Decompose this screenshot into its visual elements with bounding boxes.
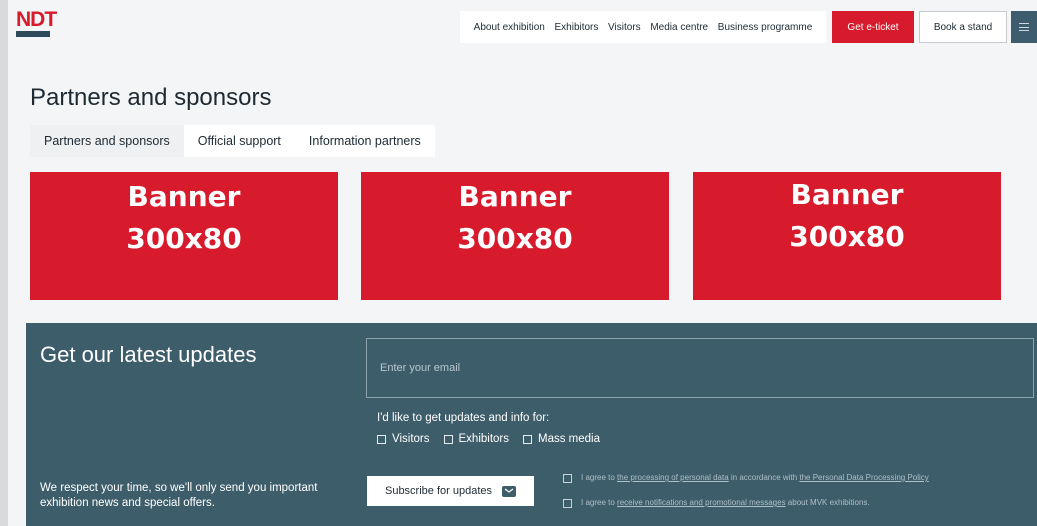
banner-line2: 300x80 xyxy=(126,222,242,255)
consent-notifications-text: I agree to receive notifications and pro… xyxy=(581,498,870,507)
banner-line2: 300x80 xyxy=(457,222,573,255)
banner-placeholder[interactable]: Banner 300x80 xyxy=(693,172,1001,300)
checkbox[interactable] xyxy=(443,434,453,444)
partner-tabs: Partners and sponsors Official support I… xyxy=(30,125,435,157)
banner-line2: 300x80 xyxy=(789,220,905,253)
main-nav: About exhibition Exhibitors Visitors Med… xyxy=(460,11,826,43)
page-edge-strip xyxy=(0,0,8,526)
notifications-link[interactable]: receive notifications and promotional me… xyxy=(617,498,786,507)
interest-visitors[interactable]: Visitors xyxy=(377,433,430,445)
checkbox[interactable] xyxy=(563,474,572,483)
consent-personal-data: I agree to the processing of personal da… xyxy=(563,473,1033,483)
nav-business-programme[interactable]: Business programme xyxy=(718,22,812,33)
checkbox[interactable] xyxy=(377,434,386,444)
logo-bar xyxy=(16,31,50,37)
interest-visitors-label: Visitors xyxy=(392,433,430,445)
site-header: NDT About exhibition Exhibitors Visitors… xyxy=(8,0,1037,50)
nav-about-exhibition[interactable]: About exhibition xyxy=(474,22,545,33)
nav-exhibitors[interactable]: Exhibitors xyxy=(554,22,598,33)
get-e-ticket-button[interactable]: Get e-ticket xyxy=(832,11,914,43)
nav-media-centre[interactable]: Media centre xyxy=(650,22,708,33)
banner-line1: Banner xyxy=(127,180,241,213)
checkbox[interactable] xyxy=(563,499,572,508)
logo-text: NDT xyxy=(16,8,57,31)
interest-label: I'd like to get updates and info for: xyxy=(377,412,550,424)
email-field[interactable] xyxy=(366,338,1034,398)
newsletter-section: Get our latest updates I'd like to get u… xyxy=(26,323,1037,526)
page: NDT About exhibition Exhibitors Visitors… xyxy=(8,0,1037,526)
policy-link[interactable]: the Personal Data Processing Policy xyxy=(799,473,928,482)
hamburger-icon xyxy=(1019,23,1029,31)
banner-placeholder[interactable]: Banner 300x80 xyxy=(361,172,669,300)
interest-mass-media[interactable]: Mass media xyxy=(523,433,600,445)
tab-partners-and-sponsors[interactable]: Partners and sponsors xyxy=(30,125,184,157)
interest-mass-media-label: Mass media xyxy=(538,433,600,445)
interest-exhibitors[interactable]: Exhibitors xyxy=(443,433,510,445)
subscribe-button[interactable]: Subscribe for updates xyxy=(367,476,534,506)
consent-personal-data-text: I agree to the processing of personal da… xyxy=(581,473,929,482)
personal-data-link[interactable]: the processing of personal data xyxy=(617,473,729,482)
menu-button[interactable] xyxy=(1011,11,1037,43)
book-a-stand-button[interactable]: Book a stand xyxy=(919,11,1007,43)
subscribe-label: Subscribe for updates xyxy=(384,485,492,497)
tab-information-partners[interactable]: Information partners xyxy=(294,125,435,157)
interest-options: Visitors Exhibitors Mass media xyxy=(377,433,600,445)
interest-exhibitors-label: Exhibitors xyxy=(458,433,510,445)
ndt-logo[interactable]: NDT xyxy=(16,8,57,40)
page-title: Partners and sponsors xyxy=(30,84,272,111)
nav-visitors[interactable]: Visitors xyxy=(608,22,641,33)
respect-note: We respect your time, so we'll only send… xyxy=(40,482,318,509)
consent-notifications: I agree to receive notifications and pro… xyxy=(563,498,1033,508)
banner-line1: Banner xyxy=(458,180,572,213)
checkbox[interactable] xyxy=(523,434,532,444)
banner-line1: Banner xyxy=(790,178,904,211)
mail-icon xyxy=(502,485,516,497)
tab-official-support[interactable]: Official support xyxy=(183,125,295,157)
banner-placeholder[interactable]: Banner 300x80 xyxy=(30,172,338,300)
newsletter-title: Get our latest updates xyxy=(40,342,257,367)
